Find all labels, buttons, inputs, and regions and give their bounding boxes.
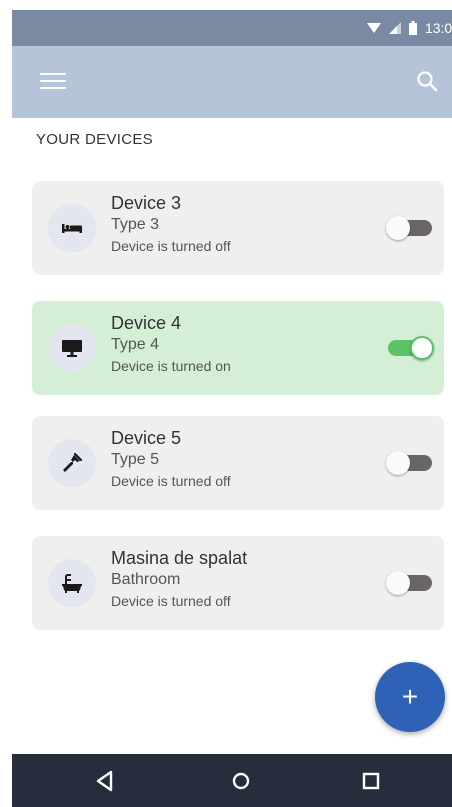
device-status: Device is turned off (111, 238, 231, 254)
device-type: Type 5 (111, 451, 160, 468)
device-type: Type 3 (111, 216, 160, 233)
section-title: YOUR DEVICES (36, 131, 153, 148)
recents-icon[interactable] (358, 768, 384, 794)
device-type: Type 4 (111, 336, 160, 353)
device-status: Device is turned off (111, 473, 231, 489)
status-time: 13:00 (424, 20, 452, 36)
bed-icon (62, 224, 82, 233)
device-power-toggle[interactable] (386, 336, 434, 360)
app-screen: 13:00 YOUR DEVICES Device 3 Type 3 D (12, 10, 452, 807)
device-power-toggle[interactable] (386, 571, 434, 595)
app-bar (12, 46, 452, 118)
menu-icon[interactable] (40, 73, 66, 93)
toggle-thumb (386, 216, 410, 240)
back-icon[interactable] (92, 768, 118, 794)
battery-icon (408, 21, 417, 35)
device-icon-container (48, 439, 96, 487)
device-card-device-3[interactable]: Device 3 Type 3 Device is turned off (32, 181, 444, 275)
device-icon-container (48, 559, 96, 607)
device-card-masina-de-spalat[interactable]: Masina de spalat Bathroom Device is turn… (32, 536, 444, 630)
device-name: Device 3 (111, 193, 182, 213)
device-icon-container (48, 324, 96, 372)
device-status: Device is turned on (111, 358, 231, 374)
add-device-button[interactable]: + (375, 662, 445, 732)
wifi-icon (366, 23, 381, 33)
device-name: Masina de spalat (111, 548, 248, 568)
device-card-device-4[interactable]: Device 4 Type 4 Device is turned on (32, 301, 444, 395)
device-info: Device 5 Type 5 Device is turned off (111, 427, 231, 491)
device-power-toggle[interactable] (386, 451, 434, 475)
device-info: Masina de spalat Bathroom Device is turn… (111, 547, 247, 611)
system-navigation-bar (12, 754, 452, 807)
status-bar: 13:00 (12, 10, 452, 46)
device-type: Bathroom (111, 571, 181, 588)
toggle-thumb (386, 451, 410, 475)
tool-icon (63, 452, 83, 472)
signal-icon (388, 22, 401, 34)
device-info: Device 3 Type 3 Device is turned off (111, 192, 231, 256)
device-icon-container (48, 204, 96, 252)
bathtub-icon (62, 574, 82, 593)
device-power-toggle[interactable] (386, 216, 434, 240)
search-icon[interactable] (416, 70, 438, 92)
toggle-thumb (386, 571, 410, 595)
device-info: Device 4 Type 4 Device is turned on (111, 312, 231, 376)
add-icon: + (401, 681, 419, 712)
device-name: Device 4 (111, 313, 182, 333)
device-status: Device is turned off (111, 593, 231, 609)
toggle-thumb (410, 336, 434, 360)
device-card-device-5[interactable]: Device 5 Type 5 Device is turned off (32, 416, 444, 510)
device-name: Device 5 (111, 428, 182, 448)
home-icon[interactable] (228, 768, 254, 794)
status-icons: 13:00 (366, 10, 452, 46)
monitor-icon (62, 340, 82, 357)
